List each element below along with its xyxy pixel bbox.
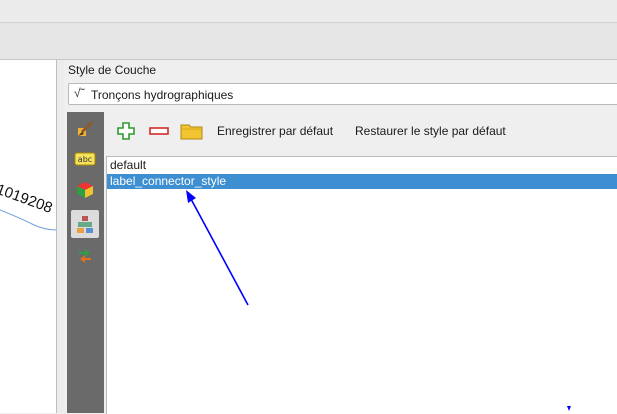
annotation-marker bbox=[567, 406, 571, 411]
annotation-arrowhead bbox=[186, 190, 196, 203]
annotation-arrow bbox=[190, 198, 249, 306]
annotation-overlay bbox=[186, 190, 571, 411]
